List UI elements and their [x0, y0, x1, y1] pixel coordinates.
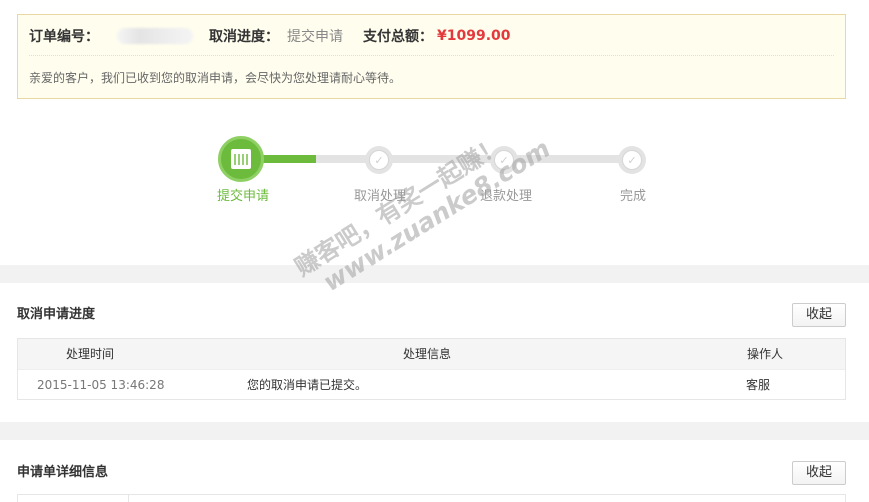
- column-header-info: 处理信息: [403, 347, 452, 361]
- payment-total-value: ¥1099.00: [437, 28, 511, 44]
- table-row: 2015-11-05 13:46:28 您的取消申请已提交。 客服: [18, 369, 845, 399]
- step-1-label: 提交申请: [217, 189, 270, 204]
- step-1-node: [218, 136, 264, 182]
- step-3-label: 退款处理: [480, 189, 533, 204]
- cancel-progress-label: 取消进度：: [209, 29, 279, 45]
- check-icon: ✓: [622, 150, 642, 170]
- cancel-progress-steps: ✓ ✓ ✓ 提交申请 取消处理 退款处理 完成: [0, 130, 869, 210]
- payment-total-label: 支付总额：: [363, 29, 433, 45]
- section-separator: [0, 265, 869, 283]
- step-2-label: 取消处理: [354, 189, 407, 204]
- step-4-label: 完成: [620, 189, 647, 204]
- calendar-icon: [231, 149, 251, 169]
- section-separator: [0, 422, 869, 440]
- column-header-time: 处理时间: [66, 347, 115, 361]
- row-operator: 客服: [746, 378, 771, 392]
- row-time: 2015-11-05 13:46:28: [37, 378, 165, 392]
- progress-collapse-button[interactable]: 收起: [792, 303, 846, 327]
- order-notice-box: 订单编号： 取消进度： 提交申请 支付总额： ¥1099.00 亲爱的客户，我们…: [17, 14, 846, 99]
- step-2-node: ✓: [365, 146, 393, 174]
- check-icon: ✓: [369, 150, 389, 170]
- step-4-node: ✓: [618, 146, 646, 174]
- table-header: 处理时间 处理信息 操作人: [18, 339, 845, 369]
- cancel-progress-section-title: 取消申请进度: [17, 307, 96, 322]
- cancel-progress-value: 提交申请: [287, 29, 343, 45]
- detail-section-title: 申请单详细信息: [17, 465, 109, 480]
- detail-table: [17, 494, 846, 502]
- check-icon: ✓: [494, 150, 514, 170]
- order-number-label: 订单编号：: [29, 29, 99, 45]
- order-summary-row: 订单编号： 取消进度： 提交申请 支付总额： ¥1099.00: [29, 26, 511, 46]
- order-number-redacted: [117, 28, 193, 44]
- notice-divider: [29, 55, 834, 56]
- column-header-operator: 操作人: [747, 347, 784, 361]
- detail-collapse-button[interactable]: 收起: [792, 461, 846, 485]
- cancel-progress-table: 处理时间 处理信息 操作人 2015-11-05 13:46:28 您的取消申请…: [17, 338, 846, 400]
- row-info: 您的取消申请已提交。: [247, 378, 368, 392]
- step-3-node: ✓: [490, 146, 518, 174]
- notice-message: 亲爱的客户，我们已收到您的取消申请，会尽快为您处理请耐心等待。: [29, 71, 402, 85]
